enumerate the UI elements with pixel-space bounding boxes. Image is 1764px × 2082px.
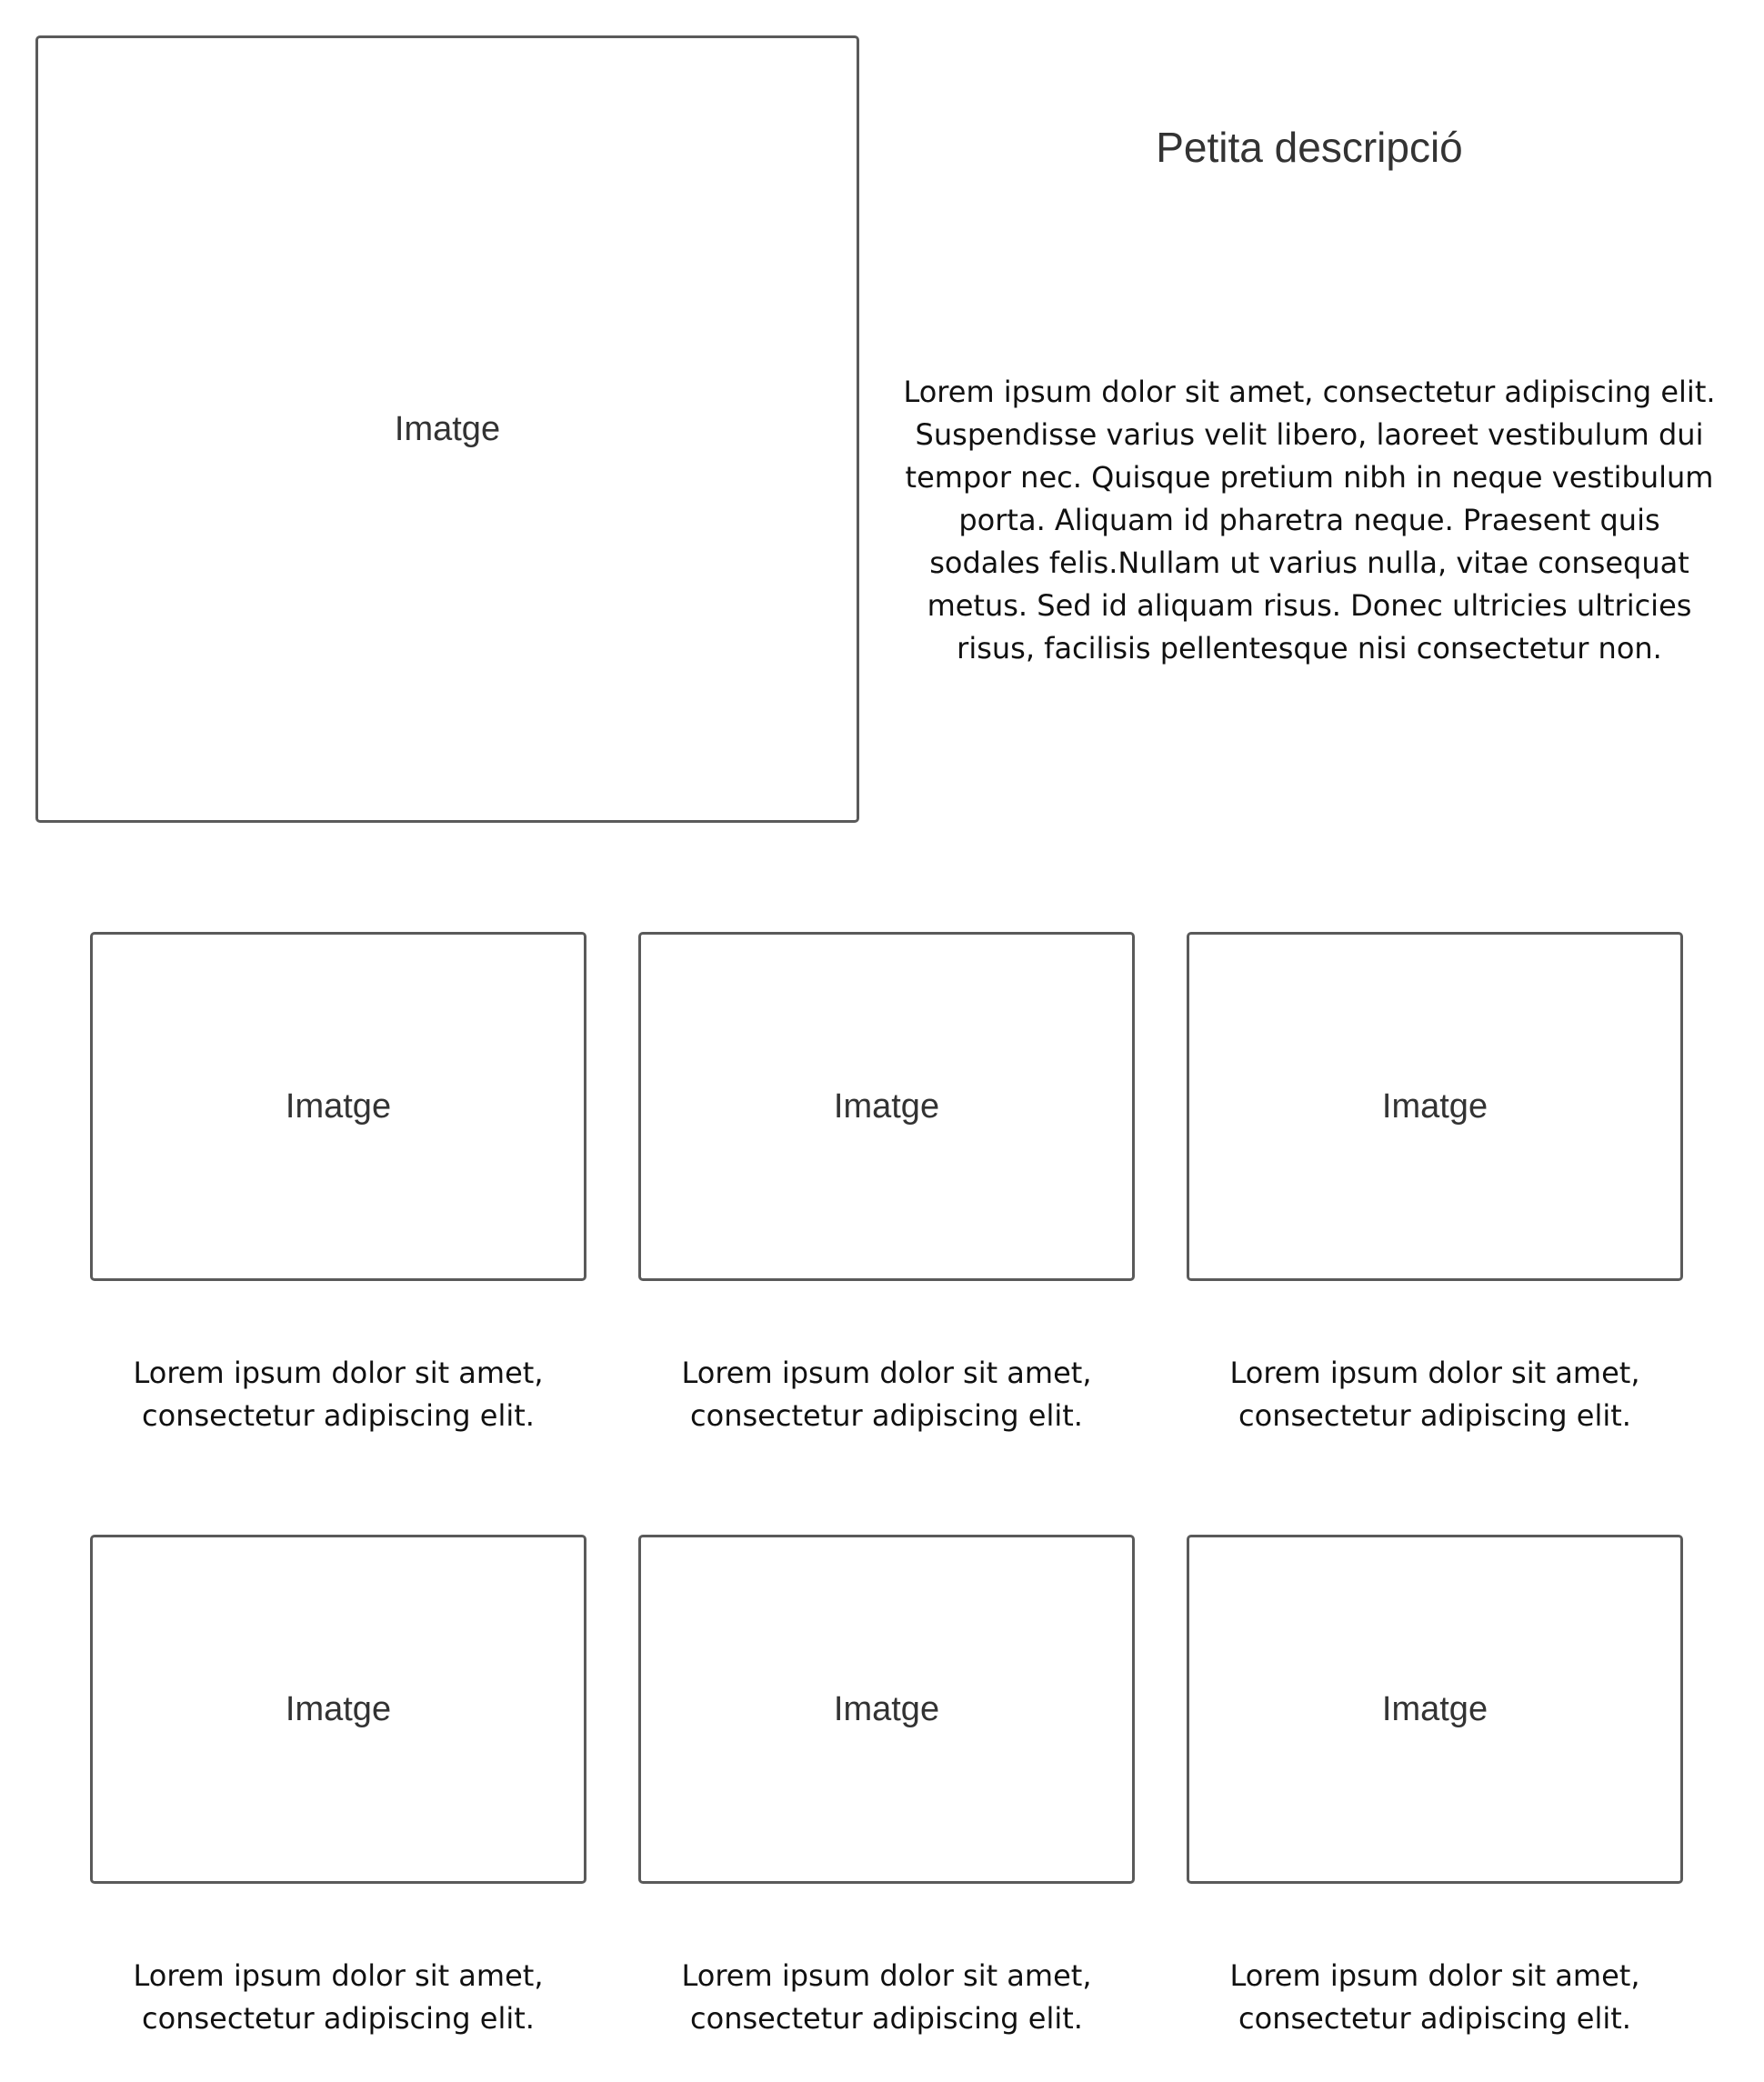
card-image-placeholder: Imatge: [638, 932, 1135, 1281]
card-4: Imatge Lorem ipsum dolor sit amet, conse…: [90, 1535, 586, 2062]
card-caption: Lorem ipsum dolor sit amet, consectetur …: [1229, 1958, 1640, 2036]
card-caption: Lorem ipsum dolor sit amet, consectetur …: [1229, 1356, 1640, 1433]
card-image-label: Imatge: [285, 1689, 392, 1728]
card-5: Imatge Lorem ipsum dolor sit amet, conse…: [638, 1535, 1135, 2062]
card-6: Imatge Lorem ipsum dolor sit amet, conse…: [1187, 1535, 1683, 2062]
card-grid: Imatge Lorem ipsum dolor sit amet, conse…: [90, 932, 1683, 2059]
card-image-placeholder: Imatge: [638, 1535, 1135, 1884]
hero-image-label: Imatge: [394, 409, 501, 448]
card-caption: Lorem ipsum dolor sit amet, consectetur …: [681, 1958, 1092, 2036]
card-image-label: Imatge: [1381, 1689, 1488, 1728]
card-caption: Lorem ipsum dolor sit amet, consectetur …: [133, 1356, 544, 1433]
card-3: Imatge Lorem ipsum dolor sit amet, conse…: [1187, 932, 1683, 1459]
card-image-placeholder: Imatge: [1187, 932, 1683, 1281]
card-image-label: Imatge: [285, 1086, 392, 1126]
card-caption: Lorem ipsum dolor sit amet, consectetur …: [681, 1356, 1092, 1433]
card-1: Imatge Lorem ipsum dolor sit amet, conse…: [90, 932, 586, 1459]
card-caption: Lorem ipsum dolor sit amet, consectetur …: [133, 1958, 544, 2036]
page-title: Petita descripció: [1156, 124, 1463, 171]
card-image-label: Imatge: [1381, 1086, 1488, 1126]
card-image-label: Imatge: [833, 1689, 940, 1728]
hero-description: Lorem ipsum dolor sit amet, consectetur …: [903, 375, 1716, 666]
card-image-placeholder: Imatge: [90, 1535, 586, 1884]
card-image-placeholder: Imatge: [1187, 1535, 1683, 1884]
hero-image-placeholder: Imatge: [35, 35, 859, 823]
card-image-placeholder: Imatge: [90, 932, 586, 1281]
card-2: Imatge Lorem ipsum dolor sit amet, conse…: [638, 932, 1135, 1459]
card-image-label: Imatge: [833, 1086, 940, 1126]
